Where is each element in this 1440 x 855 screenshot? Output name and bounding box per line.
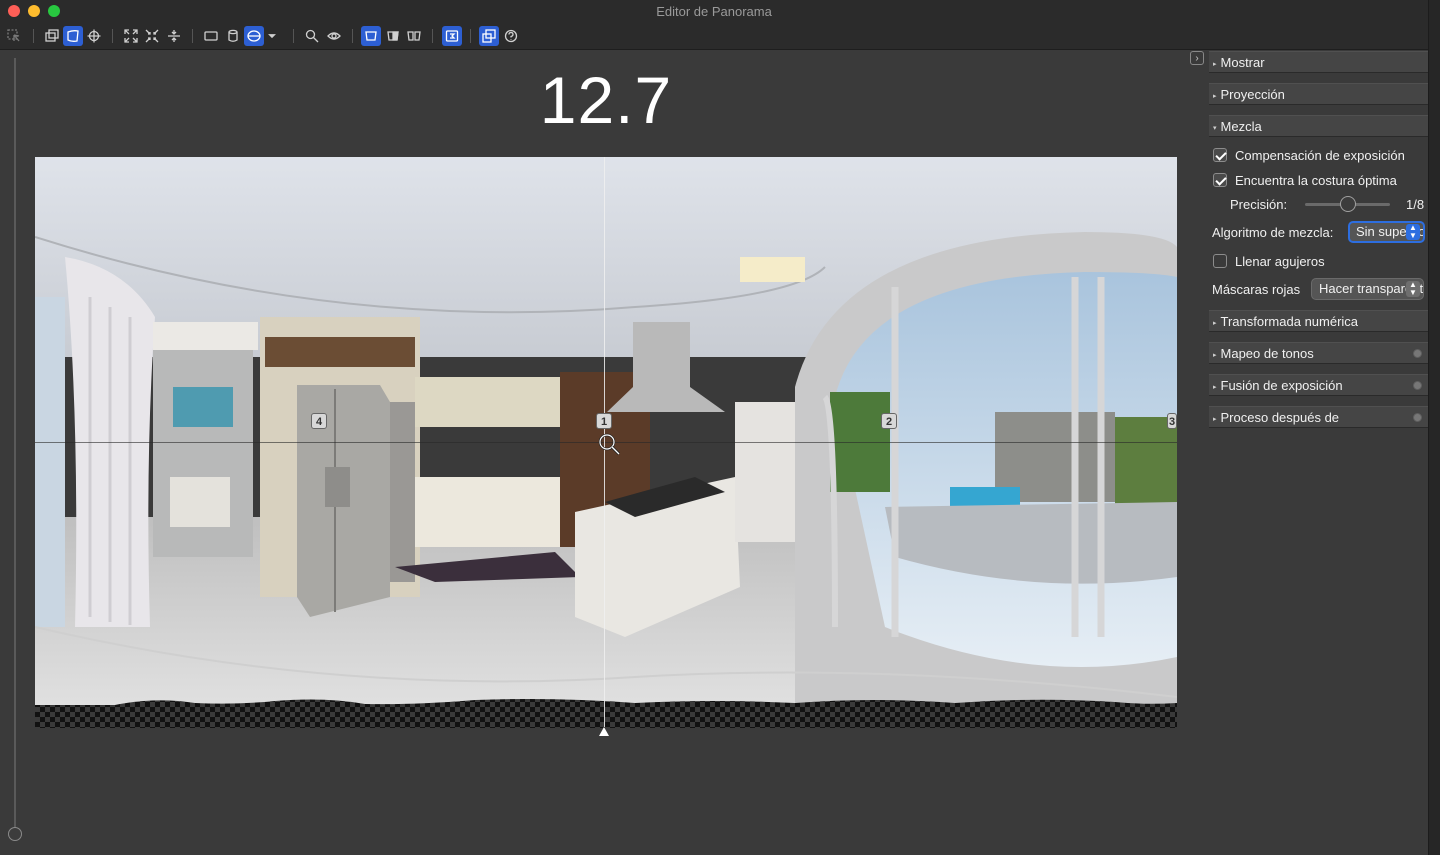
window-scrollbar[interactable] (1428, 0, 1440, 855)
section-proceso-despues-de[interactable]: ▸ Proceso después de (1209, 406, 1428, 428)
vertical-fov-slider-track[interactable] (14, 58, 16, 828)
vertical-fov-slider-knob[interactable] (8, 827, 22, 841)
precision-slider-knob[interactable] (1340, 196, 1356, 212)
window-title: Editor de Panorama (656, 4, 772, 19)
section-mezcla[interactable]: ▾ Mezcla (1209, 115, 1428, 137)
disclosure-open-icon: ▾ (1213, 125, 1217, 132)
red-masks-label: Máscaras rojas (1212, 282, 1301, 297)
optimal-seam-label: Encuentra la costura óptima (1235, 173, 1397, 188)
red-masks-select[interactable]: Hacer transparente ▲ ▼ (1311, 278, 1424, 300)
view-icon[interactable] (324, 26, 344, 46)
fit-icon[interactable] (121, 26, 141, 46)
section-transformada-numerica[interactable]: ▸ Transformada numérica (1209, 310, 1428, 332)
rectilinear-icon[interactable] (201, 26, 221, 46)
fill-holes-label: Llenar agujeros (1235, 254, 1325, 269)
status-dot-icon (1413, 381, 1422, 390)
title-bar: Editor de Panorama (0, 0, 1428, 22)
blend-algorithm-select[interactable]: Sin superposición ▲▼ (1348, 221, 1425, 243)
straighten-icon[interactable] (164, 26, 184, 46)
fill-holes-checkbox[interactable] (1213, 254, 1227, 268)
section-fusion-de-exposicion[interactable]: ▸ Fusión de exposición (1209, 374, 1428, 396)
select-stepper-icon: ▲ ▼ (1406, 224, 1420, 240)
zoom-icon[interactable] (302, 26, 322, 46)
warp-icon[interactable] (63, 26, 83, 46)
optimal-seam-checkbox[interactable] (1213, 173, 1227, 187)
panel-collapse-button[interactable]: › (1190, 51, 1204, 65)
blend-algorithm-label: Algoritmo de mezcla: (1212, 225, 1334, 240)
dual-preview-icon[interactable] (404, 26, 424, 46)
help-icon[interactable] (501, 26, 521, 46)
section-mostrar[interactable]: ▸ Mostrar (1209, 51, 1428, 73)
badge-icon[interactable] (442, 26, 462, 46)
disclosure-closed-icon: ▸ (1213, 352, 1217, 359)
single-preview-icon[interactable] (361, 26, 381, 46)
disclosure-closed-icon: ▸ (1213, 416, 1217, 423)
target-icon[interactable] (84, 26, 104, 46)
image-marker-3[interactable]: 3 (1167, 413, 1177, 429)
precision-label: Precisión: (1230, 197, 1288, 212)
status-dot-icon (1413, 349, 1422, 358)
fov-value: 12.7 (539, 63, 673, 137)
disclosure-closed-icon: ▸ (1213, 61, 1217, 68)
toolbar (0, 22, 1428, 50)
select-icon[interactable] (4, 26, 24, 46)
image-window-icon[interactable] (42, 26, 62, 46)
section-proyeccion[interactable]: ▸ Proyección (1209, 83, 1428, 105)
windows-icon[interactable] (479, 26, 499, 46)
status-dot-icon (1413, 413, 1422, 422)
disclosure-closed-icon: ▸ (1213, 320, 1217, 327)
disclosure-closed-icon: ▸ (1213, 93, 1217, 100)
horizontal-fov-slider-marker[interactable] (599, 727, 609, 736)
image-marker-1[interactable]: 1 (596, 413, 612, 429)
exposure-compensation-label: Compensación de exposición (1235, 148, 1405, 163)
projection-menu-icon[interactable] (266, 26, 278, 46)
center-icon[interactable] (142, 26, 162, 46)
exposure-compensation-checkbox[interactable] (1213, 148, 1227, 162)
precision-value: 1/8 (1406, 197, 1425, 212)
select-stepper-icon: ▲ ▼ (1406, 281, 1420, 297)
spherical-icon[interactable] (244, 26, 264, 46)
zoom-cursor-icon (598, 433, 621, 456)
image-marker-4[interactable]: 4 (311, 413, 327, 429)
image-marker-2[interactable]: 2 (881, 413, 897, 429)
split-preview-icon[interactable] (383, 26, 403, 46)
cylindrical-icon[interactable] (223, 26, 243, 46)
section-mapeo-de-tonos[interactable]: ▸ Mapeo de tonos (1209, 342, 1428, 364)
disclosure-closed-icon: ▸ (1213, 384, 1217, 391)
